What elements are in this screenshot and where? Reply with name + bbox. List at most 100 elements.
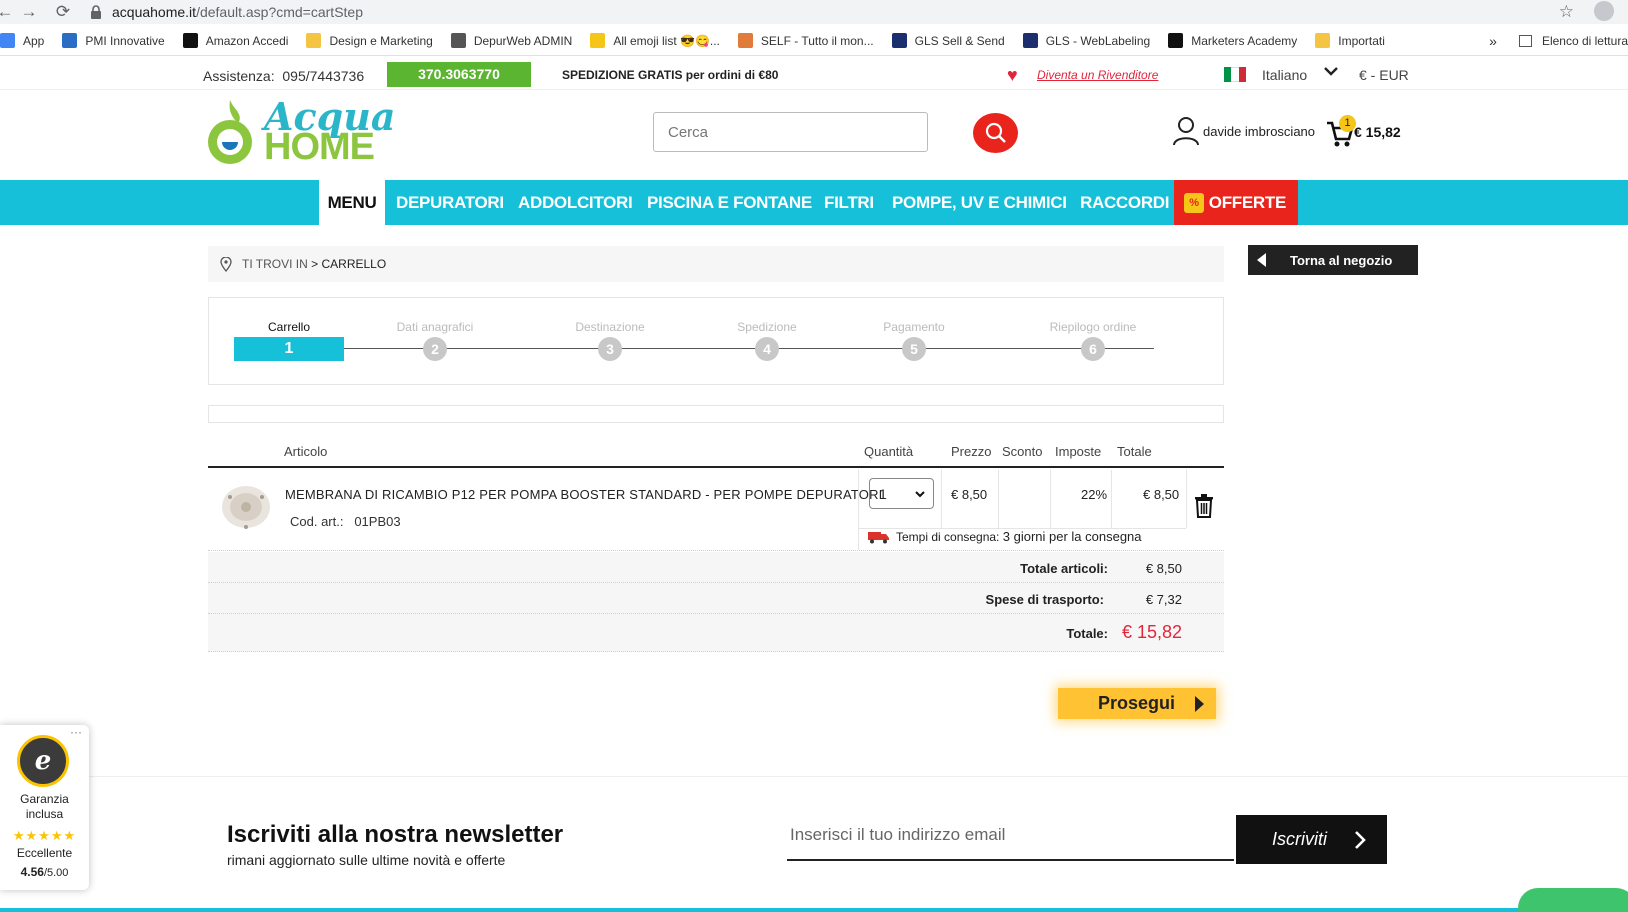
cart-summary[interactable]: 1 € 15,82 bbox=[1326, 115, 1430, 147]
more-bookmarks-icon[interactable]: » bbox=[1489, 33, 1497, 49]
language-select[interactable]: Italiano bbox=[1262, 67, 1307, 83]
product-code-value: 01PB03 bbox=[354, 514, 401, 529]
chevron-down-icon bbox=[915, 491, 925, 498]
trusted-shops-seal-icon: e bbox=[17, 735, 69, 787]
chevron-right-icon bbox=[1355, 831, 1366, 849]
subscribe-button[interactable]: Iscriviti bbox=[1236, 815, 1387, 864]
guarantee-line1: Garanzia bbox=[20, 792, 69, 806]
bookmark-favicon-icon bbox=[1168, 33, 1184, 48]
user-name[interactable]: davide imbrosciano bbox=[1203, 124, 1315, 139]
nav-offerte[interactable]: % OFFERTE bbox=[1174, 180, 1298, 225]
trusted-shops-badge[interactable]: ··· e Garanzia inclusa ★★★★★ Eccellente 4… bbox=[0, 725, 89, 890]
back-to-shop-button[interactable]: Torna al negozio bbox=[1248, 245, 1418, 275]
bookmark-favicon-icon bbox=[182, 33, 198, 48]
chat-widget-button[interactable] bbox=[1518, 888, 1628, 912]
breadcrumb-prefix[interactable]: TI TROVI IN bbox=[242, 257, 308, 271]
bookmarks-right: » Elenco di lettura bbox=[1489, 33, 1628, 49]
reload-icon[interactable]: ⟳ bbox=[52, 1, 74, 23]
bookmark-label: All emoji list 😎😋... bbox=[613, 33, 720, 48]
step-circle-4: 4 bbox=[755, 337, 779, 361]
currency-select[interactable]: € - EUR bbox=[1359, 67, 1409, 83]
bookmark-item[interactable]: SELF - Tutto il mon... bbox=[737, 33, 874, 48]
nav-depuratori[interactable]: DEPURATORI bbox=[396, 180, 504, 225]
address-bar[interactable]: acquahome.it/default.asp?cmd=cartStep bbox=[90, 1, 1576, 23]
acquahome-logo[interactable]: Acqua HOME bbox=[200, 94, 395, 168]
bookmark-item[interactable]: App bbox=[0, 33, 44, 48]
col-price: Prezzo bbox=[951, 444, 992, 459]
nav-raccordi[interactable]: RACCORDI bbox=[1080, 180, 1170, 225]
profile-avatar[interactable] bbox=[1594, 1, 1614, 21]
phone-landline[interactable]: 095/7443736 bbox=[282, 68, 364, 84]
newsletter-title: Iscriviti alla nostra newsletter bbox=[227, 821, 564, 848]
search-button[interactable] bbox=[973, 113, 1018, 153]
subscribe-label: Iscriviti bbox=[1272, 829, 1327, 849]
step-circle-6: 6 bbox=[1081, 337, 1105, 361]
phone-mobile-badge[interactable]: 370.3063770 bbox=[387, 62, 531, 87]
summary-items-label: Totale articoli: bbox=[1020, 561, 1108, 576]
col-article: Articolo bbox=[284, 444, 328, 459]
breadcrumb-current: CARRELLO bbox=[321, 257, 387, 271]
summary-total-row: Totale: € 15,82 bbox=[208, 614, 1224, 652]
chevron-down-icon[interactable] bbox=[1323, 64, 1339, 82]
bookmark-star-icon[interactable]: ☆ bbox=[1559, 2, 1574, 22]
location-pin-icon bbox=[220, 256, 232, 272]
nav-pompe-uv-chimici[interactable]: POMPE, UV E CHIMICI bbox=[892, 180, 1067, 225]
logo-line2: HOME bbox=[264, 126, 375, 168]
bookmark-item[interactable]: DepurWeb ADMIN bbox=[450, 33, 572, 48]
product-name-link[interactable]: MEMBRANA DI RICAMBIO P12 PER POMPA BOOST… bbox=[285, 487, 883, 502]
item-tax: 22% bbox=[1081, 487, 1108, 502]
bookmark-item[interactable]: PMI Innovative bbox=[62, 33, 165, 48]
newsletter-email-input[interactable]: Inserisci il tuo indirizzo email bbox=[787, 811, 1234, 861]
bookmark-item[interactable]: GLS Sell & Send bbox=[891, 33, 1005, 48]
bookmark-label: App bbox=[23, 33, 45, 48]
italy-flag-icon[interactable] bbox=[1224, 67, 1246, 82]
back-to-shop-label: Torna al negozio bbox=[1290, 252, 1393, 268]
column-divider bbox=[1186, 470, 1187, 528]
back-arrow-icon[interactable]: ← bbox=[0, 1, 16, 23]
more-options-icon[interactable]: ··· bbox=[70, 725, 82, 739]
bookmark-item[interactable]: Marketers Academy bbox=[1168, 33, 1297, 48]
bookmark-label: SELF - Tutto il mon... bbox=[760, 33, 874, 48]
search-icon bbox=[985, 122, 1006, 143]
assistance-info: Assistenza: 095/7443736 bbox=[203, 68, 364, 84]
footer-strip bbox=[0, 908, 1628, 912]
row-border bbox=[208, 550, 1224, 551]
col-tax: Imposte bbox=[1055, 444, 1102, 459]
assistance-label: Assistenza: bbox=[203, 68, 275, 84]
proceed-button[interactable]: Prosegui bbox=[1058, 688, 1216, 719]
reading-list-icon[interactable] bbox=[1518, 35, 1532, 47]
bookmark-item[interactable]: Importati bbox=[1315, 33, 1385, 48]
bookmark-item[interactable]: GLS - WebLabeling bbox=[1022, 33, 1150, 48]
score-value: 4.56 bbox=[20, 865, 44, 879]
bookmark-label: Importati bbox=[1338, 33, 1385, 48]
step-circle-5: 5 bbox=[902, 337, 926, 361]
reading-list-label[interactable]: Elenco di lettura bbox=[1542, 34, 1628, 48]
score-max: /5.00 bbox=[43, 867, 69, 879]
bookmark-item[interactable]: Design e Marketing bbox=[306, 33, 433, 48]
forward-arrow-icon[interactable]: → bbox=[18, 1, 40, 23]
product-code: Cod. art.: 01PB03 bbox=[290, 514, 401, 529]
cart-table-header: Articolo Quantità Prezzo Sconto Imposte … bbox=[208, 440, 1224, 468]
quantity-select[interactable]: 1 bbox=[869, 478, 934, 509]
nav-filtri[interactable]: FILTRI bbox=[824, 180, 874, 225]
bookmark-item[interactable]: All emoji list 😎😋... bbox=[590, 33, 720, 48]
cart-total: € 15,82 bbox=[1354, 124, 1401, 140]
step-label-3: Destinazione bbox=[575, 320, 645, 334]
step-label-6: Riepilogo ordine bbox=[1049, 320, 1137, 334]
lock-icon bbox=[91, 5, 101, 19]
nav-addolcitori[interactable]: ADDOLCITORI bbox=[518, 180, 633, 225]
column-divider bbox=[998, 470, 999, 528]
user-account[interactable]: davide imbrosciano bbox=[1172, 116, 1315, 146]
trash-icon[interactable] bbox=[1194, 494, 1214, 518]
nav-menu[interactable]: MENU bbox=[319, 180, 385, 225]
truck-icon bbox=[868, 531, 889, 543]
delivery-value: 3 giorni per la consegna bbox=[1002, 529, 1142, 544]
user-icon bbox=[1173, 117, 1199, 146]
search-input[interactable]: Cerca bbox=[653, 112, 928, 152]
nav-piscina-fontane[interactable]: PISCINA E FONTANE bbox=[647, 180, 812, 225]
step-circle-3: 3 bbox=[598, 337, 622, 361]
product-image[interactable] bbox=[214, 480, 274, 532]
become-dealer-link[interactable]: Diventa un Rivenditore bbox=[1037, 68, 1158, 82]
notice-box bbox=[208, 405, 1224, 423]
bookmark-item[interactable]: Amazon Accedi bbox=[182, 33, 288, 48]
